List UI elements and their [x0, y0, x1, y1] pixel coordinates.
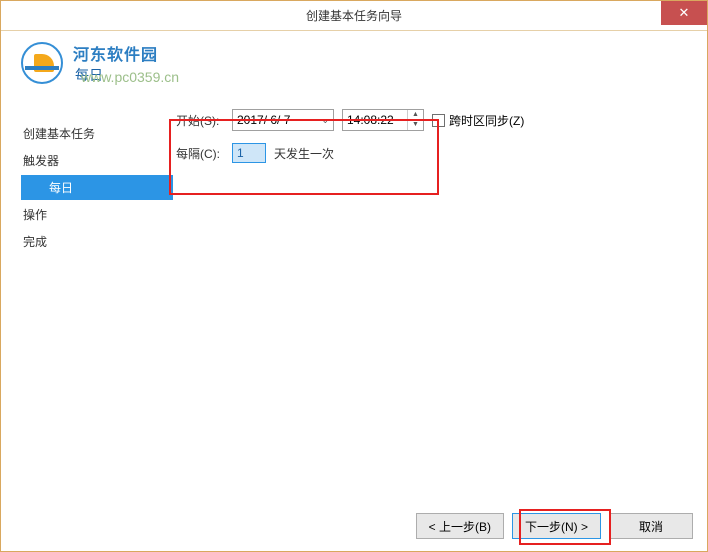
brand-label: 河东软件园 [73, 41, 158, 65]
interval-input[interactable] [232, 143, 266, 163]
start-row: 开始(S): 2017/ 6/ 7 ⌄ 14:08:22 ▲ ▼ [176, 103, 695, 137]
logo-icon [21, 42, 63, 84]
next-button[interactable]: 下一步(N) > [512, 513, 601, 539]
sidebar-item-finish[interactable]: 完成 [21, 229, 176, 254]
dialog-window: 创建基本任务向导 ✕ 河东软件园 每日 www.pc0359.cn 创建基本任务… [0, 0, 708, 552]
dialog-inner: 河东软件园 每日 www.pc0359.cn 创建基本任务 触发器 每日 操作 … [1, 31, 707, 551]
header: 河东软件园 每日 www.pc0359.cn [1, 31, 707, 93]
sidebar-item-daily[interactable]: 每日 [21, 175, 173, 200]
sidebar: 创建基本任务 触发器 每日 操作 完成 [1, 93, 176, 501]
watermark-text: www.pc0359.cn [81, 69, 179, 85]
time-value: 14:08:22 [343, 113, 407, 127]
body-area: 创建基本任务 触发器 每日 操作 完成 开始(S): 2017/ 6/ 7 ⌄ … [1, 93, 707, 501]
titlebar-title: 创建基本任务向导 [306, 7, 402, 24]
spinner-up-icon[interactable]: ▲ [408, 110, 423, 120]
date-picker[interactable]: 2017/ 6/ 7 ⌄ [232, 109, 334, 131]
chevron-down-icon: ⌄ [321, 115, 329, 126]
sidebar-item-create[interactable]: 创建基本任务 [21, 121, 176, 146]
time-picker[interactable]: 14:08:22 ▲ ▼ [342, 109, 424, 131]
tz-checkbox-wrap: 跨时区同步(Z) [432, 112, 524, 129]
sidebar-item-trigger[interactable]: 触发器 [21, 148, 176, 173]
main-panel: 开始(S): 2017/ 6/ 7 ⌄ 14:08:22 ▲ ▼ [176, 93, 695, 501]
cancel-button[interactable]: 取消 [609, 513, 693, 539]
close-button[interactable]: ✕ [661, 1, 707, 25]
spinner-down-icon[interactable]: ▼ [408, 120, 423, 130]
interval-label: 每隔(C): [176, 145, 224, 162]
interval-suffix: 天发生一次 [274, 145, 334, 162]
date-value: 2017/ 6/ 7 [237, 113, 290, 127]
back-button[interactable]: < 上一步(B) [416, 513, 504, 539]
start-label: 开始(S): [176, 112, 224, 129]
footer: < 上一步(B) 下一步(N) > 取消 [1, 501, 707, 551]
interval-row: 每隔(C): 天发生一次 [176, 137, 695, 169]
tz-checkbox-label: 跨时区同步(Z) [449, 112, 524, 129]
tz-checkbox[interactable] [432, 114, 445, 127]
spinner-buttons: ▲ ▼ [407, 110, 423, 130]
close-icon: ✕ [679, 5, 690, 21]
titlebar: 创建基本任务向导 ✕ [1, 1, 707, 31]
sidebar-item-action[interactable]: 操作 [21, 202, 176, 227]
